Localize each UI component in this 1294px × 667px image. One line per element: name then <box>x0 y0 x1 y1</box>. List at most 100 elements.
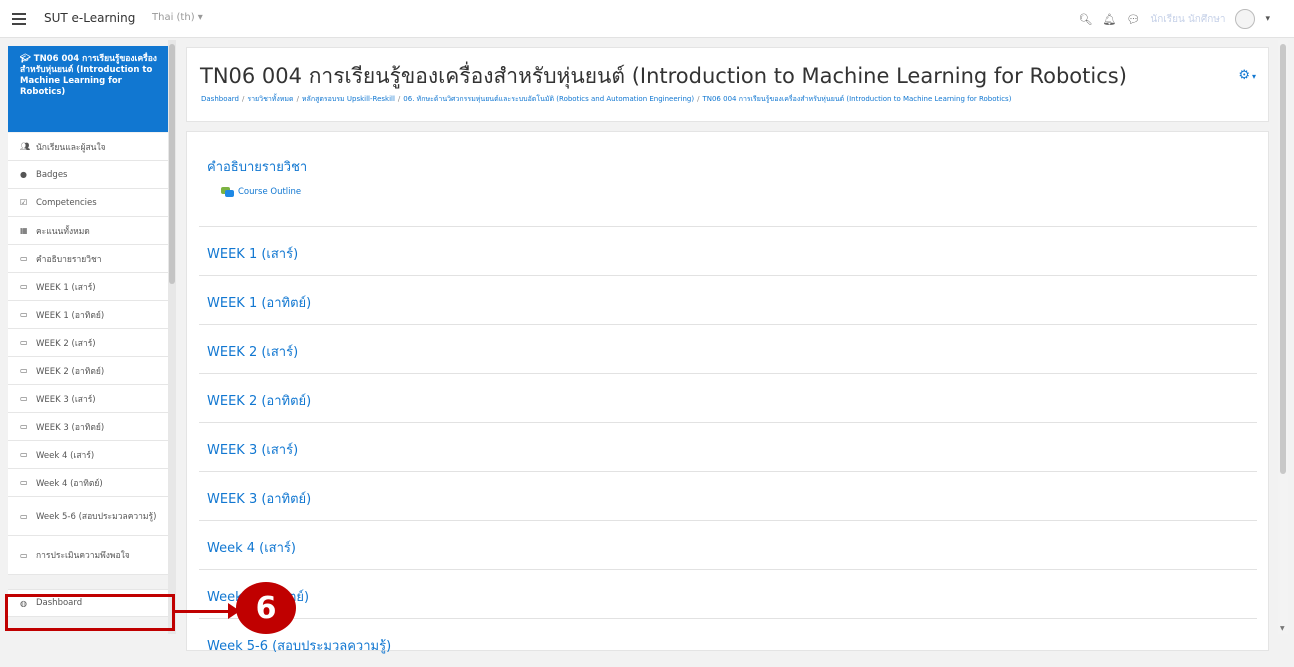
sidebar-item-label: Competencies <box>36 197 97 208</box>
sidebar-item-2[interactable]: ☑ Competencies <box>8 189 168 217</box>
drawer-course-link[interactable]: 🎓︎ TN06 004 การเรียนรู้ของเครื่องสำหรับห… <box>8 46 168 132</box>
section-week-row: WEEK 3 (อาทิตย์) <box>199 471 1257 520</box>
breadcrumb-separator: / <box>697 95 700 103</box>
section-title-link[interactable]: WEEK 3 (อาทิตย์) <box>207 488 311 509</box>
folder-icon: ▭ <box>20 310 28 319</box>
sidebar-item-12[interactable]: ▭ Week 4 (อาทิตย์) <box>8 469 168 497</box>
section-week-row: WEEK 2 (อาทิตย์) <box>199 373 1257 422</box>
drawer-scrollbar[interactable] <box>168 40 176 634</box>
folder-icon: ▭ <box>20 511 28 521</box>
section-title-link[interactable]: WEEK 1 (เสาร์) <box>207 243 298 264</box>
breadcrumb-link[interactable]: รายวิชาทั้งหมด <box>247 95 293 103</box>
section-title-link[interactable]: WEEK 1 (อาทิตย์) <box>207 292 311 313</box>
sidebar-item-9[interactable]: ▭ WEEK 3 (เสาร์) <box>8 385 168 413</box>
sidebar-item-label: WEEK 2 (อาทิตย์) <box>36 366 105 377</box>
nav-drawer: 🎓︎ TN06 004 การเรียนรู้ของเครื่องสำหรับห… <box>8 46 168 634</box>
scroll-down-arrow-icon[interactable]: ▼ <box>1280 625 1285 632</box>
avatar[interactable] <box>1235 9 1256 29</box>
sidebar-item-14[interactable]: ▭ การประเมินความพึงพอใจ <box>8 536 168 575</box>
breadcrumb: Dashboard / รายวิชาทั้งหมด / หลักสูตรอบรม Up… <box>201 94 1011 105</box>
section-course-description: คำอธิบายรายวิชา Course Outline <box>207 156 307 197</box>
sidebar-item-label: คำอธิบายรายวิชา <box>36 254 102 265</box>
language-label: Thai (th) <box>152 12 195 23</box>
section-week-row: Week 5-6 (สอบประมวลความรู้) <box>199 618 1257 667</box>
user-menu-caret-icon[interactable]: ▾ <box>1265 14 1270 24</box>
check-square-icon: ☑ <box>20 198 28 207</box>
graduation-cap-icon: 🎓︎ <box>20 54 31 64</box>
sidebar-item-13[interactable]: ▭ Week 5-6 (สอบประมวลความรู้) <box>8 497 168 536</box>
section-title-link[interactable]: WEEK 3 (เสาร์) <box>207 439 298 460</box>
folder-icon: ▭ <box>20 282 28 291</box>
top-navbar: SUT e-Learning Thai (th) ▾ 🔍︎ 🔔︎ 💬︎ นักเ… <box>0 0 1294 38</box>
annotation-highlight-box <box>5 594 175 631</box>
breadcrumb-link[interactable]: หลักสูตรอบรม Upskill-Reskill <box>302 95 395 103</box>
gear-icon: ⚙ <box>1238 68 1250 83</box>
annotation-arrow-line <box>175 610 230 613</box>
sidebar-item-3[interactable]: ▦ คะแนนทั้งหมด <box>8 217 168 245</box>
sidebar-item-label: Week 4 (เสาร์) <box>36 450 95 461</box>
sidebar-item-0[interactable]: 👥︎ นักเรียนและผู้สนใจ <box>8 133 168 161</box>
course-content: คำอธิบายรายวิชา Course Outline WEEK 1 (เ… <box>186 131 1269 654</box>
folder-icon: ▭ <box>20 366 28 375</box>
site-name-link[interactable]: SUT e-Learning <box>44 11 135 25</box>
drawer-course-name: TN06 004 การเรียนรู้ของเครื่องสำหรับหุ่น… <box>20 54 157 97</box>
sidebar-item-8[interactable]: ▭ WEEK 2 (อาทิตย์) <box>8 357 168 385</box>
sidebar-item-11[interactable]: ▭ Week 4 (เสาร์) <box>8 441 168 469</box>
sidebar-item-label: การประเมินความพึงพอใจ <box>36 551 130 561</box>
sidebar-item-10[interactable]: ▭ WEEK 3 (อาทิตย์) <box>8 413 168 441</box>
user-name[interactable]: นักเรียน นักศึกษา <box>1150 12 1225 27</box>
sidebar-item-label: WEEK 2 (เสาร์) <box>36 338 96 349</box>
folder-icon: ▭ <box>20 338 28 347</box>
sidebar-item-7[interactable]: ▭ WEEK 2 (เสาร์) <box>8 329 168 357</box>
section-week-row: Week 4 (อาทิตย์) <box>199 569 1257 618</box>
language-menu[interactable]: Thai (th) ▾ <box>152 12 203 23</box>
section-title-link[interactable]: Week 4 (เสาร์) <box>207 537 296 558</box>
breadcrumb-link[interactable]: TN06 004 การเรียนรู้ของเครื่องสำหรับหุ่น… <box>702 95 1011 103</box>
hamburger-menu-icon[interactable] <box>12 10 26 26</box>
section-week-row: WEEK 1 (เสาร์) <box>199 226 1257 275</box>
message-icon[interactable]: 💬︎ <box>1126 13 1140 26</box>
section-title-link[interactable]: คำอธิบายรายวิชา <box>207 156 307 177</box>
breadcrumb-separator: / <box>397 95 401 103</box>
sidebar-item-label: นักเรียนและผู้สนใจ <box>36 142 106 153</box>
chevron-down-icon: ▾ <box>1251 72 1256 81</box>
course-outline-link[interactable]: Course Outline <box>221 187 307 197</box>
breadcrumb-link[interactable]: 06. ทักษะด้านวิศวกรรมหุ่นยนต์และระบบอัตโ… <box>403 95 694 103</box>
folder-icon: ▭ <box>20 254 28 263</box>
page-title: TN06 004 การเรียนรู้ของเครื่องสำหรับหุ่น… <box>200 64 1127 88</box>
step-number-badge: 6 <box>236 582 296 634</box>
navbar-user-area: 🔍︎ 🔔︎ 💬︎ นักเรียน นักศึกษา ▾ <box>1079 8 1270 30</box>
sidebar-item-6[interactable]: ▭ WEEK 1 (อาทิตย์) <box>8 301 168 329</box>
users-icon: 👥︎ <box>20 142 31 151</box>
page-scrollbar-thumb[interactable] <box>1280 44 1286 474</box>
section-title-link[interactable]: WEEK 2 (เสาร์) <box>207 341 298 362</box>
breadcrumb-separator: / <box>296 95 299 103</box>
breadcrumb-link[interactable]: Dashboard <box>201 95 239 103</box>
bell-icon[interactable]: 🔔︎ <box>1102 13 1116 26</box>
sidebar-item-4[interactable]: ▭ คำอธิบายรายวิชา <box>8 245 168 273</box>
section-week-row: Week 4 (เสาร์) <box>199 520 1257 569</box>
sidebar-item-label: WEEK 3 (เสาร์) <box>36 394 96 405</box>
section-title-link[interactable]: WEEK 2 (อาทิตย์) <box>207 390 311 411</box>
sidebar-item-1[interactable]: ● Badges <box>8 161 168 189</box>
breadcrumb-separator: / <box>241 95 245 103</box>
sidebar-item-label: WEEK 3 (อาทิตย์) <box>36 422 105 433</box>
sidebar-item-5[interactable]: ▭ WEEK 1 (เสาร์) <box>8 273 168 301</box>
folder-icon: ▭ <box>20 478 28 487</box>
search-icon[interactable]: 🔍︎ <box>1079 13 1093 26</box>
sidebar-item-label: Badges <box>36 169 68 180</box>
sidebar-item-label: Week 4 (อาทิตย์) <box>36 478 103 489</box>
folder-icon: ▭ <box>20 550 28 560</box>
section-week-row: WEEK 3 (เสาร์) <box>199 422 1257 471</box>
section-week-row: WEEK 1 (อาทิตย์) <box>199 275 1257 324</box>
section-title-link[interactable]: Week 5-6 (สอบประมวลความรู้) <box>207 635 391 656</box>
sidebar-item-label: WEEK 1 (อาทิตย์) <box>36 310 105 321</box>
table-icon: ▦ <box>20 226 28 235</box>
sidebar-item-label: Week 5-6 (สอบประมวลความรู้) <box>36 512 157 522</box>
section-week-row: WEEK 2 (เสาร์) <box>199 324 1257 373</box>
course-settings-menu[interactable]: ⚙ ▾ <box>1238 68 1256 83</box>
sidebar-item-label: WEEK 1 (เสาร์) <box>36 282 96 293</box>
drawer-scrollbar-thumb[interactable] <box>169 44 175 284</box>
sidebar-item-label: คะแนนทั้งหมด <box>36 226 90 237</box>
page-scrollbar[interactable]: ▼ <box>1278 40 1288 634</box>
